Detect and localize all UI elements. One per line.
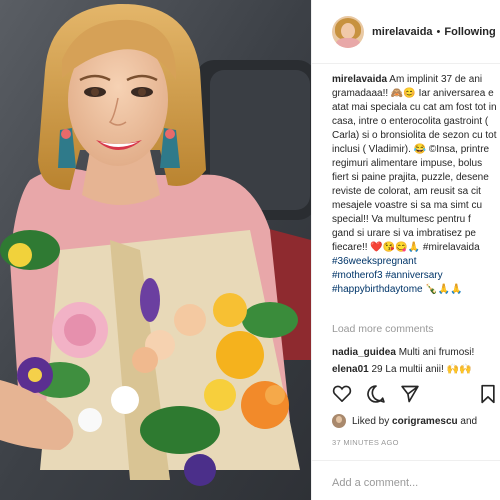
caption-line: fiert si paine prajita, puzzle, desene <box>332 172 489 183</box>
caption-username[interactable]: mirelavaida <box>332 74 387 85</box>
liker-username[interactable]: corigramescu <box>392 416 458 427</box>
post-header: mirelavaida • Following <box>312 0 500 64</box>
avatar[interactable] <box>332 15 364 48</box>
following-button[interactable]: Following <box>444 26 495 38</box>
comment-text: Multi ani frumosi! <box>398 347 475 358</box>
comment-item: nadia_guidea Multi ani frumosi! <box>332 347 474 358</box>
add-comment-input[interactable] <box>332 477 492 489</box>
post-photo[interactable] <box>0 0 311 500</box>
post-side-panel: mirelavaida • Following mirelavaida Am i… <box>311 0 500 500</box>
post-caption: mirelavaida Am implinit 37 de ani gramad… <box>332 73 500 297</box>
heart-icon[interactable] <box>332 384 352 407</box>
caption-line: reviste de colorat, am reusit sa cit <box>332 186 481 197</box>
comment-username[interactable]: elena01 <box>332 364 369 375</box>
hashtag-link[interactable]: #36weekspregnant <box>332 255 500 269</box>
caption-line: special!! Va multumesc pentru f <box>332 214 471 225</box>
caption-line: Carla) si o bronsiolita de sezon cu tot <box>332 130 497 141</box>
caption-line: inclusi ( Vladimir). 😂 ©Insa, printre <box>332 144 490 155</box>
bookmark-icon[interactable] <box>480 384 496 409</box>
caption-line: mesajele voastre si sa ma simt cu <box>332 200 483 211</box>
likes-summary: Liked by corigramescu and <box>332 414 477 428</box>
share-icon[interactable] <box>400 384 420 409</box>
photo-illustration <box>0 0 311 500</box>
comment-icon[interactable] <box>366 384 386 409</box>
comment-item: elena01 29 La multii anii! 🙌🙌 <box>332 364 471 375</box>
caption-line: regimuri alimentare impuse, bolus <box>332 158 483 169</box>
likes-prefix: Liked by <box>352 415 390 427</box>
load-more-comments-link[interactable]: Load more comments <box>332 323 434 335</box>
add-comment-bar <box>312 460 500 500</box>
header-username[interactable]: mirelavaida <box>372 26 433 38</box>
caption-line: gramadaaa!! 🙈😊 Iar aniversarea e <box>332 88 494 99</box>
header-separator: • <box>436 25 441 38</box>
caption-line: fiecare!! ❤️😘😋🙏 #mirelavaida <box>332 242 480 253</box>
action-bar <box>332 384 497 404</box>
hashtag-link[interactable]: #happybirthdaytome 🍾🙏🙏 <box>332 283 500 297</box>
comment-username[interactable]: nadia_guidea <box>332 347 396 358</box>
caption-line: mirelavaida Am implinit 37 de ani <box>332 73 500 87</box>
caption-text: Am implinit 37 de ani <box>389 74 483 85</box>
caption-line: gand si urare si va imbratisez pe <box>332 228 476 239</box>
hashtag-link[interactable]: #motherof3 #anniversary <box>332 269 500 283</box>
liker-avatar[interactable] <box>332 414 346 428</box>
post-timestamp[interactable]: 37 MINUTES AGO <box>332 438 399 447</box>
caption-line: casa, intre o enterocolita gastroint ( <box>332 116 489 127</box>
comment-text: 29 La multii anii! 🙌🙌 <box>371 364 472 375</box>
caption-line: atat mai speciala cu cat am fost tot in <box>332 102 497 113</box>
likes-suffix[interactable]: and <box>460 416 477 427</box>
